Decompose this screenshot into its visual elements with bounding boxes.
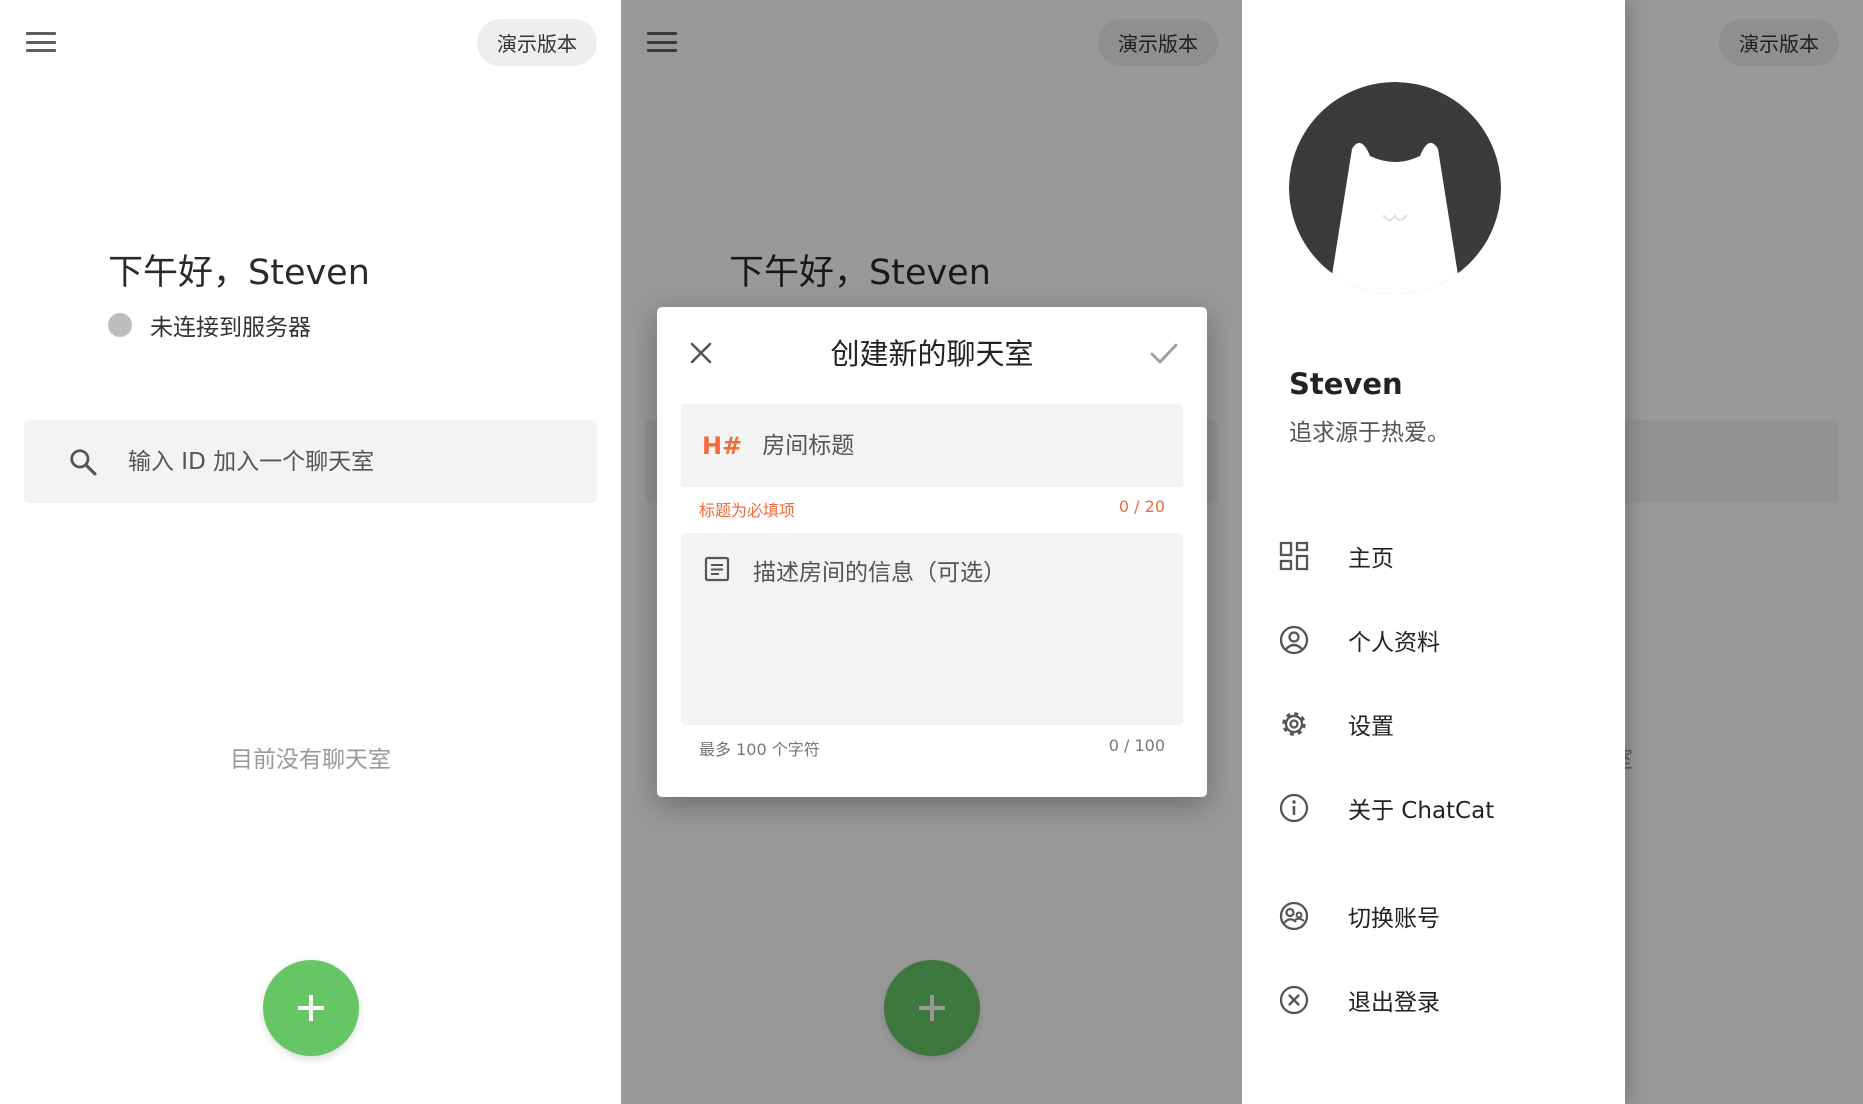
demo-version-chip[interactable]: 演示版本 [477, 19, 597, 66]
navigation-drawer: Steven 追求源于热爱。 主页 个人资料 设置 关于 ChatCat 切换账… [1242, 0, 1625, 1104]
info-icon [1279, 793, 1309, 823]
title-error-text: 标题为必填项 [699, 501, 796, 520]
nav-item-logout[interactable]: 退出登录 [1242, 967, 1625, 1033]
nav-label-home: 主页 [1348, 546, 1394, 572]
switch-account-icon [1279, 901, 1309, 931]
nav-item-switch-account[interactable]: 切换账号 [1242, 883, 1625, 949]
user-bio: 追求源于热爱。 [1289, 420, 1450, 446]
room-title-input[interactable] [762, 432, 1143, 459]
greeting-text: 下午好，Steven [108, 253, 370, 293]
connection-status: 未连接到服务器 [108, 308, 311, 342]
hash-icon: H# [702, 431, 743, 460]
nav-item-profile[interactable]: 个人资料 [1242, 607, 1625, 673]
plus-icon [298, 995, 324, 1021]
nav-item-home[interactable]: 主页 [1242, 523, 1625, 589]
nav-label-logout: 退出登录 [1348, 990, 1440, 1016]
home-screen: 演示版本 下午好，Steven 未连接到服务器 目前没有聊天室 [0, 0, 621, 1104]
status-text: 未连接到服务器 [150, 315, 311, 341]
notes-icon [704, 556, 730, 582]
nav-label-settings: 设置 [1348, 714, 1394, 740]
avatar[interactable] [1289, 82, 1501, 294]
menu-icon[interactable] [26, 30, 56, 54]
room-description-input[interactable] [753, 553, 1163, 713]
title-counter: 0 / 20 [1118, 497, 1165, 516]
nav-item-settings[interactable]: 设置 [1242, 691, 1625, 757]
cat-avatar-icon [1289, 82, 1501, 294]
room-id-input[interactable] [128, 448, 548, 475]
status-dot-icon [108, 313, 132, 337]
account-circle-icon [1279, 625, 1309, 655]
drawer-screen: 演示版本 下午好，Steven 目前没有聊天室 Steven 追求源于热爱。 主… [1242, 0, 1863, 1104]
join-room-search[interactable] [24, 420, 597, 503]
empty-rooms-text: 目前没有聊天室 [230, 747, 391, 773]
user-name: Steven [1289, 367, 1403, 401]
check-icon[interactable] [1147, 337, 1181, 369]
dialog-title: 创建新的聊天室 [830, 337, 1034, 371]
nav-label-about: 关于 ChatCat [1348, 798, 1495, 824]
description-counter: 0 / 100 [1108, 736, 1165, 755]
logout-icon [1279, 985, 1309, 1015]
nav-label-switch-account: 切换账号 [1348, 906, 1440, 932]
dashboard-icon [1279, 541, 1309, 571]
room-description-field[interactable] [681, 533, 1183, 725]
nav-label-profile: 个人资料 [1348, 630, 1440, 656]
create-room-button[interactable] [263, 960, 359, 1056]
description-hint: 最多 100 个字符 [699, 740, 820, 759]
description-helper-row: 最多 100 个字符 0 / 100 [699, 736, 1165, 760]
title-helper-row: 标题为必填项 0 / 20 [699, 497, 1165, 521]
gear-icon [1282, 712, 1306, 736]
create-room-screen: 演示版本 下午好，Steven 未连接到服务器 目前没有聊天室 创建新的聊天室 … [621, 0, 1242, 1104]
nav-item-about[interactable]: 关于 ChatCat [1242, 775, 1625, 841]
create-room-dialog: 创建新的聊天室 H# 标题为必填项 0 / 20 最多 100 个字符 0 / … [657, 307, 1207, 797]
room-title-field[interactable]: H# [681, 404, 1183, 487]
search-icon [70, 448, 97, 475]
